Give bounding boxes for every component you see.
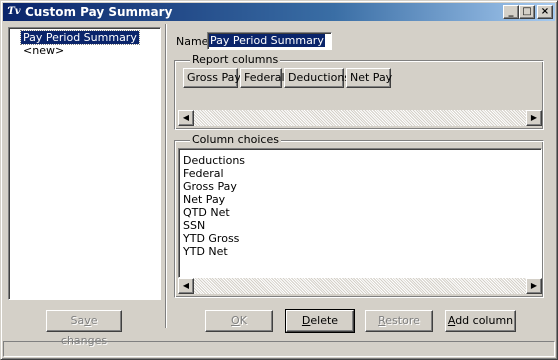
window-title: Custom Pay Summary [25,5,173,19]
list-item[interactable]: Pay Period Summary [20,30,140,45]
maximize-button[interactable]: □ [519,5,535,19]
app-icon[interactable]: Ƭv [6,4,22,20]
column-choices-list[interactable]: Deductions Federal Gross Pay Net Pay QTD… [178,148,542,278]
panel-splitter[interactable] [165,24,167,328]
summary-list[interactable]: Pay Period Summary <new> [8,27,161,300]
status-bar [3,341,555,357]
close-button[interactable]: × [537,5,553,19]
save-changes-button[interactable]: Save changes [46,310,122,347]
maximize-icon: □ [522,6,532,17]
report-column-chip[interactable]: Gross Pay [183,68,241,88]
list-item[interactable]: YTD Gross [183,232,239,245]
minimize-icon: _ [508,6,514,17]
list-item[interactable]: Gross Pay [183,180,237,193]
report-column-chip[interactable]: Net Pay [346,68,392,88]
scroll-right-button[interactable]: ▶ [526,278,542,294]
add-column-button[interactable]: Add column [445,310,516,332]
list-item[interactable]: QTD Net [183,206,230,219]
title-bar[interactable]: Ƭv Custom Pay Summary _ □ × [3,3,555,21]
report-column-chip[interactable]: Federal [240,68,285,88]
list-item[interactable]: Deductions [183,154,245,167]
ok-button[interactable]: OK [205,310,273,332]
close-icon: × [540,6,550,17]
scroll-left-icon: ◀ [182,113,190,122]
delete-button[interactable]: Delete [285,309,355,333]
report-columns-label: Report columns [190,53,281,66]
scroll-left-button[interactable]: ◀ [178,110,194,126]
scroll-right-button[interactable]: ▶ [526,110,542,126]
list-item[interactable]: Federal [183,167,224,180]
scroll-left-icon: ◀ [182,281,190,290]
scroll-right-icon: ▶ [530,113,538,122]
list-item[interactable]: SSN [183,219,205,232]
list-item[interactable]: Net Pay [183,193,225,206]
list-item[interactable]: YTD Net [183,245,228,258]
report-column-chip[interactable]: Deductions [284,68,350,88]
report-columns-scrollbar[interactable]: ◀ ▶ [178,110,542,126]
list-item[interactable]: <new> [23,44,64,57]
report-columns-strip: Gross Pay Federal Deductions Net Pay [180,68,540,88]
name-label: Name [176,35,209,48]
column-choices-scrollbar[interactable]: ◀ ▶ [178,278,542,294]
scroll-right-icon: ▶ [530,281,538,290]
name-field[interactable]: Pay Period Summary [207,32,332,50]
minimize-button[interactable]: _ [503,5,519,19]
scroll-left-button[interactable]: ◀ [178,278,194,294]
restore-button[interactable]: Restore [365,310,433,332]
column-choices-label: Column choices [190,133,281,146]
